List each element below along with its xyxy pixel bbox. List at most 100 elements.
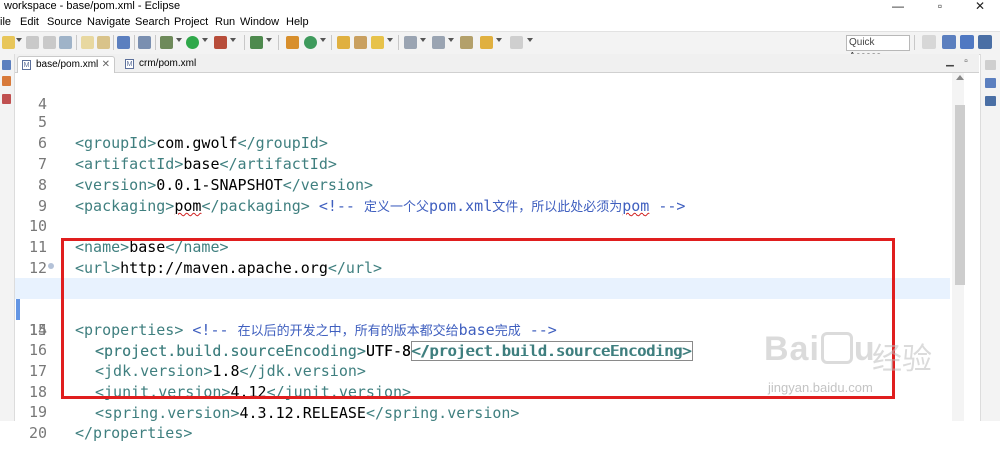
- outline-view-icon[interactable]: [985, 96, 996, 106]
- main-toolbar: Quick Access: [0, 31, 1000, 62]
- print-icon[interactable]: [59, 36, 72, 49]
- code-line: 6 <artifactId>base</artifactId>: [15, 112, 950, 173]
- code-line: 19 </properties>: [15, 381, 950, 442]
- code-line: 13 <properties> <!-- 在以后的开发之中，所有的版本都交给ba…: [15, 257, 950, 339]
- new-class-icon[interactable]: [304, 36, 317, 49]
- right-trim-bar: [980, 54, 1000, 421]
- tab-label: crm/pom.xml: [139, 58, 197, 69]
- line-number: 20: [28, 424, 47, 442]
- code-line: 10 <name>base</name>: [15, 195, 950, 256]
- toolbar-separator: [331, 35, 332, 50]
- open-type-icon[interactable]: [81, 36, 94, 49]
- code-line: 20: [15, 402, 950, 442]
- minimize-editor-icon[interactable]: ▁: [945, 57, 955, 67]
- tab-base-pom[interactable]: M base/pom.xml ✕: [17, 56, 115, 73]
- maximize-button[interactable]: ▫: [922, 0, 958, 14]
- open-task-icon[interactable]: [354, 36, 367, 49]
- run-icon[interactable]: [186, 36, 199, 49]
- chevron-down-icon[interactable]: [387, 38, 393, 42]
- toolbar-separator: [134, 35, 135, 50]
- code-line: 9: [15, 175, 950, 215]
- menu-source[interactable]: Source: [47, 15, 82, 29]
- toolbar-separator: [278, 35, 279, 50]
- problems-icon[interactable]: [2, 94, 11, 104]
- xml-file-icon: M: [22, 60, 31, 70]
- toolbar-separator: [76, 35, 77, 50]
- save-icon[interactable]: [26, 36, 39, 49]
- toolbar-separator: [914, 35, 915, 50]
- menu-navigate[interactable]: Navigate: [87, 15, 130, 29]
- menu-help[interactable]: Help: [286, 15, 309, 29]
- package-explorer-icon[interactable]: [2, 60, 11, 70]
- editor-vertical-scrollbar[interactable]: [950, 73, 980, 421]
- chevron-down-icon[interactable]: [230, 38, 236, 42]
- xml-editor[interactable]: 4 5 <groupId>com.gwolf</groupId> 6 <arti…: [15, 73, 950, 442]
- outline-icon[interactable]: [2, 76, 11, 86]
- code-line: 8 <packaging>pom</packaging> <!-- 定义一个父p…: [15, 154, 950, 215]
- menu-project[interactable]: Project: [174, 15, 208, 29]
- chevron-down-icon[interactable]: [496, 38, 502, 42]
- menu-bar: ile Edit Source Navigate Search Project …: [0, 14, 1000, 30]
- java-perspective-icon[interactable]: [960, 35, 974, 49]
- toolbar-separator: [398, 35, 399, 50]
- toolbar-separator: [155, 35, 156, 50]
- scroll-thumb[interactable]: [955, 105, 965, 285]
- forward-icon[interactable]: [510, 36, 523, 49]
- task-list-icon[interactable]: [985, 78, 996, 88]
- open-folder-icon[interactable]: [337, 36, 350, 49]
- chevron-down-icon[interactable]: [266, 38, 272, 42]
- scroll-track[interactable]: [952, 73, 965, 421]
- tab-crm-pom[interactable]: M crm/pom.xml: [121, 56, 211, 72]
- annotation-next-icon[interactable]: [404, 36, 417, 49]
- code-line: 17 <junit.version>4.12</junit.version>: [15, 340, 950, 401]
- chevron-down-icon[interactable]: [448, 38, 454, 42]
- code-line: 16 <jdk.version>1.8</jdk.version>: [15, 319, 950, 380]
- console-icon[interactable]: [117, 36, 130, 49]
- chevron-down-icon[interactable]: [320, 38, 326, 42]
- code-line: 12: [15, 237, 950, 277]
- menu-file[interactable]: ile: [0, 15, 11, 29]
- save-all-icon[interactable]: [43, 36, 56, 49]
- minimize-button[interactable]: —: [880, 0, 916, 14]
- close-button[interactable]: ✕: [962, 0, 998, 14]
- restore-icon[interactable]: [985, 60, 996, 70]
- code-line: 7 <version>0.0.1-SNAPSHOT</version>: [15, 133, 950, 194]
- menu-edit[interactable]: Edit: [20, 15, 39, 29]
- fold-marker-icon[interactable]: [48, 263, 54, 269]
- close-icon[interactable]: ✕: [102, 57, 110, 73]
- back-icon[interactable]: [480, 36, 493, 49]
- scroll-up-icon[interactable]: [956, 75, 964, 80]
- code-line: 18 <spring.version>4.3.12.RELEASE</sprin…: [15, 361, 950, 422]
- chevron-down-icon[interactable]: [202, 38, 208, 42]
- skip-breakpoints-icon[interactable]: [138, 36, 151, 49]
- left-trim-bar: [0, 54, 15, 421]
- open-perspective-icon[interactable]: [922, 35, 936, 49]
- code-line: 15 <project.build.sourceEncoding>UTF-8</…: [15, 299, 950, 360]
- current-code-line: 14 <project.build.sourceEncoding>UTF-8</…: [15, 278, 950, 361]
- annotation-prev-icon[interactable]: [432, 36, 445, 49]
- chevron-down-icon[interactable]: [176, 38, 182, 42]
- code-line: 5 <groupId>com.gwolf</groupId>: [15, 91, 950, 152]
- java-ee-perspective-icon[interactable]: [942, 35, 956, 49]
- toolbar-separator: [113, 35, 114, 50]
- new-java-project-icon[interactable]: [250, 36, 263, 49]
- new-package-icon[interactable]: [286, 36, 299, 49]
- menu-search[interactable]: Search: [135, 15, 170, 29]
- open-resource-icon[interactable]: [97, 36, 110, 49]
- maximize-editor-icon[interactable]: ▫: [961, 57, 971, 67]
- menu-window[interactable]: Window: [240, 15, 279, 29]
- debug-icon[interactable]: [160, 36, 173, 49]
- toolbar-separator: [244, 35, 245, 50]
- search-icon[interactable]: [371, 36, 384, 49]
- external-tools-icon[interactable]: [214, 36, 227, 49]
- last-edit-icon[interactable]: [460, 36, 473, 49]
- quick-access-input[interactable]: Quick Access: [846, 35, 910, 62]
- chevron-down-icon[interactable]: [16, 38, 22, 42]
- xml-file-icon: M: [125, 59, 134, 69]
- debug-perspective-icon[interactable]: [978, 35, 992, 49]
- menu-run[interactable]: Run: [215, 15, 235, 29]
- chevron-down-icon[interactable]: [420, 38, 426, 42]
- new-icon[interactable]: [2, 36, 15, 49]
- tab-label: base/pom.xml: [36, 59, 99, 70]
- chevron-down-icon[interactable]: [527, 38, 533, 42]
